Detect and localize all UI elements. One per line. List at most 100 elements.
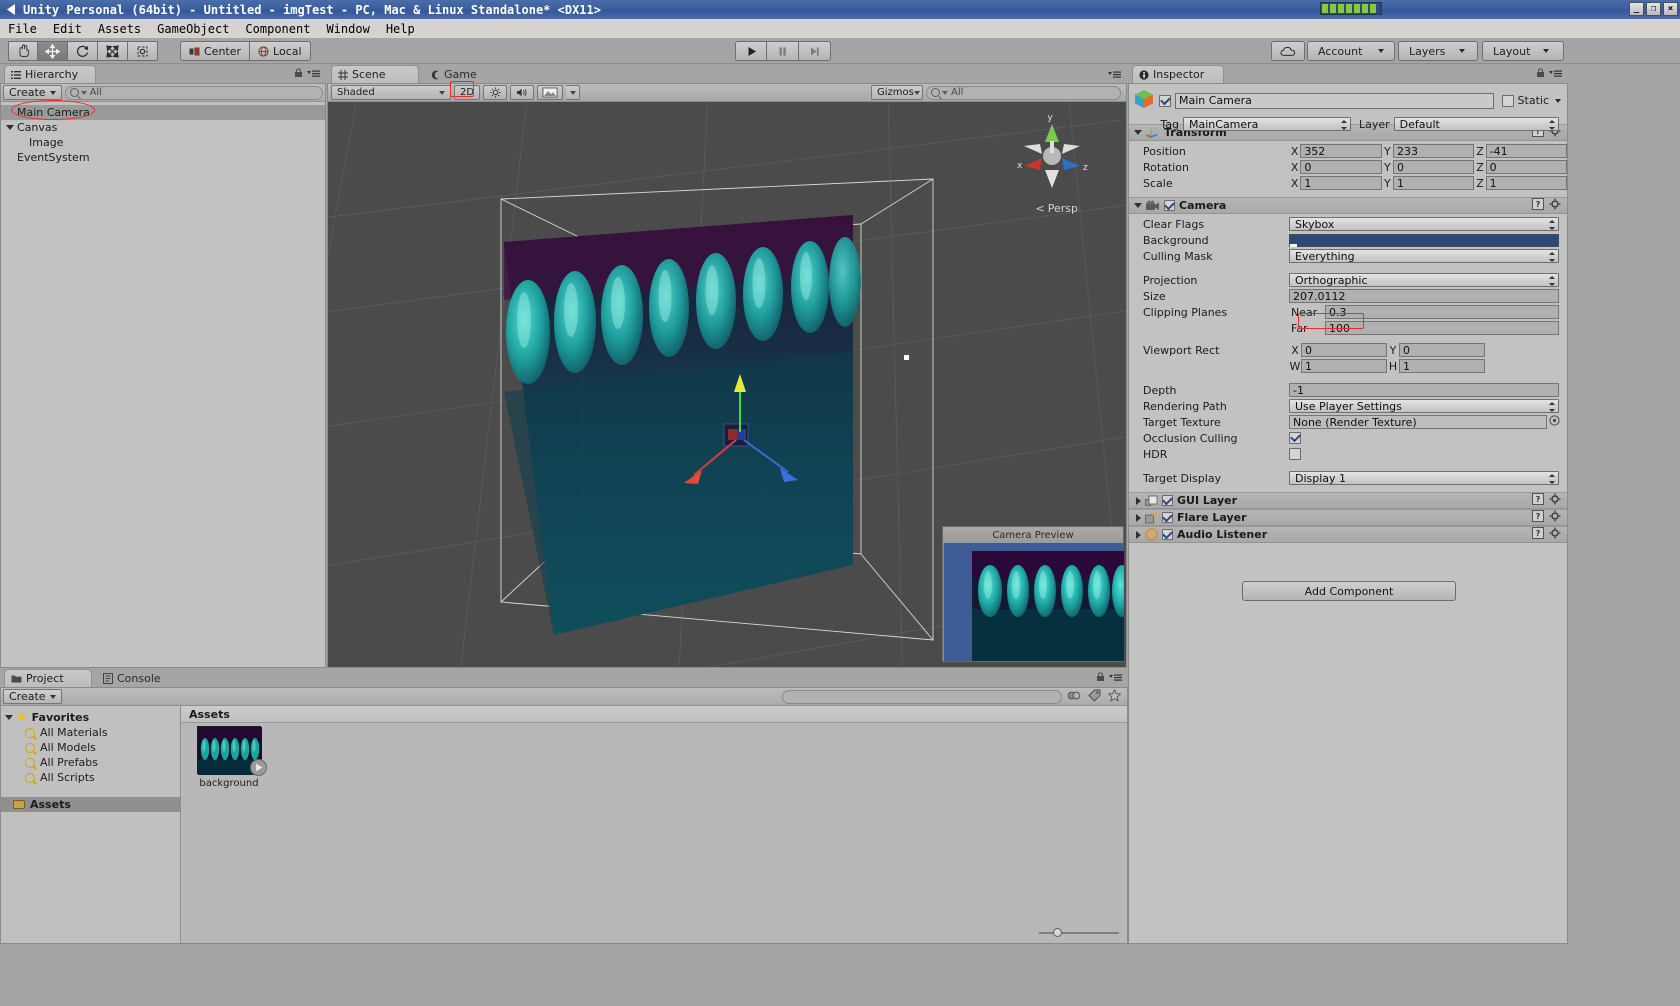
object-picker-icon[interactable] bbox=[1549, 415, 1560, 429]
project-search-input[interactable] bbox=[782, 689, 1062, 704]
transform-tools[interactable] bbox=[8, 41, 158, 61]
tab-inspector[interactable]: Inspector bbox=[1132, 65, 1224, 83]
projection-dropdown[interactable]: Orthographic bbox=[1289, 273, 1559, 287]
scale-z-input[interactable]: 1 bbox=[1485, 176, 1568, 190]
step-button[interactable] bbox=[799, 41, 831, 61]
pause-button[interactable] bbox=[767, 41, 799, 61]
menu-item-help[interactable]: Help bbox=[378, 21, 423, 37]
audio-listener-enabled-checkbox[interactable] bbox=[1162, 529, 1173, 540]
help-icon[interactable]: ? bbox=[1532, 198, 1544, 213]
scene-fx-toggle[interactable] bbox=[537, 85, 563, 100]
twod-toggle-button[interactable]: 2D bbox=[454, 85, 480, 100]
position-x-input[interactable]: 352 bbox=[1300, 144, 1382, 158]
tab-game[interactable]: Game bbox=[423, 65, 499, 83]
panel-menu-icon[interactable] bbox=[1549, 68, 1562, 81]
culling-mask-dropdown[interactable]: Everything bbox=[1289, 249, 1559, 263]
project-favorite-all-scripts[interactable]: All Scripts bbox=[1, 770, 180, 785]
rendering-path-dropdown[interactable]: Use Player Settings bbox=[1289, 399, 1559, 413]
scene-lighting-toggle[interactable] bbox=[483, 85, 507, 100]
gameobject-name-input[interactable]: Main Camera bbox=[1175, 92, 1494, 109]
gui-layer-enabled-checkbox[interactable] bbox=[1162, 495, 1173, 506]
panel-menu-icon[interactable] bbox=[307, 68, 320, 81]
pivot-toggle-button[interactable]: Center bbox=[180, 41, 251, 61]
layers-dropdown[interactable]: Layers bbox=[1398, 41, 1478, 61]
lock-icon[interactable] bbox=[1096, 672, 1105, 685]
gear-icon[interactable] bbox=[1549, 493, 1561, 508]
rotation-z-input[interactable]: 0 bbox=[1485, 160, 1568, 174]
asset-preview-play-icon[interactable] bbox=[250, 759, 267, 779]
scene-panel-menu-icon[interactable] bbox=[1108, 69, 1121, 82]
account-dropdown[interactable]: Account bbox=[1307, 41, 1395, 61]
hierarchy-item-eventsystem[interactable]: EventSystem bbox=[1, 150, 325, 165]
hdr-checkbox[interactable] bbox=[1289, 448, 1301, 460]
project-favorite-all-prefabs[interactable]: All Prefabs bbox=[1, 755, 180, 770]
scene-fx-dropdown[interactable] bbox=[566, 85, 580, 100]
menu-item-assets[interactable]: Assets bbox=[90, 21, 149, 37]
project-assets-grid[interactable]: Assets background bbox=[181, 706, 1127, 943]
shading-mode-dropdown[interactable]: Shaded bbox=[331, 85, 451, 100]
rotation-y-input[interactable]: 0 bbox=[1392, 160, 1475, 174]
search-filter-label-icon[interactable] bbox=[1088, 689, 1101, 705]
position-z-input[interactable]: -41 bbox=[1485, 144, 1568, 158]
occlusion-culling-checkbox[interactable] bbox=[1289, 432, 1301, 444]
scene-projection-label[interactable]: < Persp bbox=[1036, 202, 1078, 215]
layout-dropdown[interactable]: Layout bbox=[1482, 41, 1564, 61]
foldout-collapsed-icon[interactable] bbox=[1136, 513, 1141, 522]
move-tool-icon[interactable] bbox=[38, 41, 68, 61]
flare-layer-component-header[interactable]: Flare Layer ? bbox=[1129, 509, 1567, 526]
audio-listener-component-header[interactable]: Audio Listener ? bbox=[1129, 526, 1567, 543]
hierarchy-item-main-camera[interactable]: Main Camera bbox=[1, 105, 325, 120]
gizmos-dropdown[interactable]: Gizmos bbox=[871, 85, 923, 100]
close-button[interactable]: × bbox=[1663, 2, 1678, 16]
project-favorites-group[interactable]: ★ Favorites bbox=[1, 710, 180, 725]
help-icon[interactable]: ? bbox=[1532, 510, 1544, 525]
panel-menu-icon[interactable] bbox=[1109, 672, 1122, 685]
foldout-open-icon[interactable] bbox=[1134, 203, 1142, 208]
clear-flags-dropdown[interactable]: Skybox bbox=[1289, 217, 1559, 231]
hierarchy-item-image[interactable]: Image bbox=[1, 135, 325, 150]
rotation-x-input[interactable]: 0 bbox=[1300, 160, 1382, 174]
scene-audio-toggle[interactable] bbox=[510, 85, 534, 100]
gear-icon[interactable] bbox=[1549, 527, 1561, 542]
window-controls[interactable]: _ ❐ × bbox=[1629, 2, 1678, 16]
viewport-x-input[interactable]: 0 bbox=[1301, 343, 1387, 357]
menu-item-window[interactable]: Window bbox=[318, 21, 377, 37]
camera-enabled-checkbox[interactable] bbox=[1164, 200, 1175, 211]
position-y-input[interactable]: 233 bbox=[1392, 144, 1475, 158]
project-favorite-all-materials[interactable]: All Materials bbox=[1, 725, 180, 740]
hierarchy-search-input[interactable]: All bbox=[64, 85, 323, 100]
menu-item-component[interactable]: Component bbox=[237, 21, 318, 37]
add-component-button[interactable]: Add Component bbox=[1242, 581, 1456, 601]
gameobject-enabled-checkbox[interactable] bbox=[1159, 94, 1171, 107]
gui-layer-component-header[interactable]: GUI Layer ? bbox=[1129, 492, 1567, 509]
lock-icon[interactable] bbox=[294, 68, 303, 81]
cloud-button[interactable] bbox=[1271, 41, 1305, 61]
flare-layer-enabled-checkbox[interactable] bbox=[1162, 512, 1173, 523]
size-input[interactable]: 207.0112 bbox=[1289, 289, 1559, 303]
asset-item-background[interactable]: background bbox=[193, 726, 267, 789]
target-display-dropdown[interactable]: Display 1 bbox=[1289, 471, 1559, 485]
scale-tool-icon[interactable] bbox=[98, 41, 128, 61]
space-toggle-button[interactable]: Local bbox=[250, 41, 311, 61]
hierarchy-create-button[interactable]: Create bbox=[3, 85, 62, 100]
project-favorite-all-models[interactable]: All Models bbox=[1, 740, 180, 755]
hierarchy-item-canvas[interactable]: Canvas bbox=[1, 120, 325, 135]
foldout-open-icon[interactable] bbox=[5, 715, 13, 720]
static-checkbox[interactable] bbox=[1501, 94, 1514, 107]
tab-hierarchy[interactable]: Hierarchy bbox=[4, 65, 96, 83]
gear-icon[interactable] bbox=[1549, 510, 1561, 525]
rect-tool-icon[interactable] bbox=[128, 41, 158, 61]
target-texture-field[interactable]: None (Render Texture) bbox=[1289, 415, 1547, 429]
scene-viewport[interactable]: y x z < Persp Camera Preview bbox=[328, 102, 1126, 667]
minimize-button[interactable]: _ bbox=[1629, 2, 1644, 16]
scale-x-input[interactable]: 1 bbox=[1300, 176, 1382, 190]
scale-y-input[interactable]: 1 bbox=[1392, 176, 1475, 190]
favorites-star-icon[interactable] bbox=[1107, 688, 1122, 705]
tag-dropdown[interactable]: MainCamera bbox=[1183, 117, 1351, 131]
project-tree-assets[interactable]: Assets bbox=[1, 797, 180, 812]
tab-scene[interactable]: Scene bbox=[331, 65, 419, 83]
viewport-h-input[interactable]: 1 bbox=[1399, 359, 1485, 373]
layer-dropdown[interactable]: Default bbox=[1393, 117, 1559, 131]
play-button[interactable] bbox=[735, 41, 767, 61]
gear-icon[interactable] bbox=[1549, 198, 1561, 213]
